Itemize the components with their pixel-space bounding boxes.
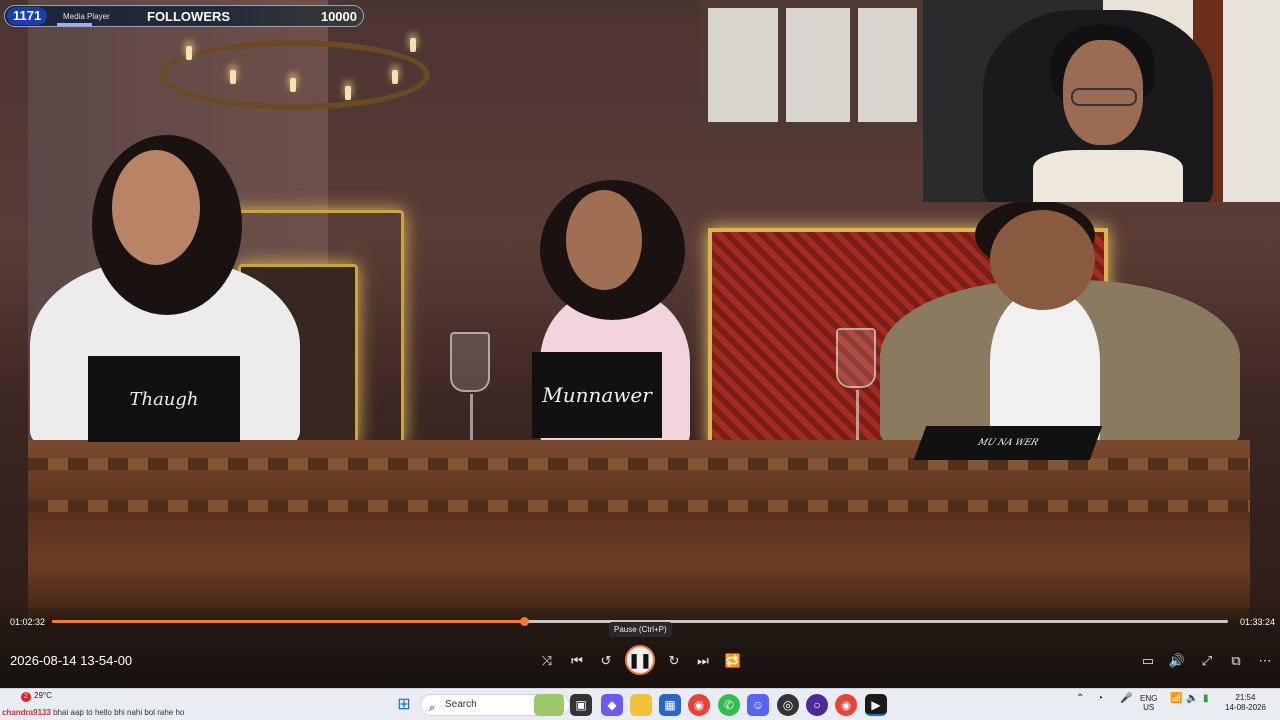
fullscreen-icon[interactable]: ⤢ — [1196, 650, 1218, 672]
previous-icon[interactable]: ⏮ — [566, 650, 588, 672]
webcam-poster — [1223, 0, 1280, 202]
clock-time: 21:54 — [1235, 693, 1256, 702]
total-time: 01:33:24 — [1240, 617, 1276, 627]
task-view-icon[interactable]: ▣ — [570, 694, 592, 716]
person-left-face — [112, 150, 200, 265]
chrome-icon[interactable]: ◉ — [688, 694, 710, 716]
wifi-icon[interactable]: 📶 — [1170, 694, 1182, 704]
tray-app-icon[interactable]: ◔ — [1097, 694, 1103, 704]
follower-label: FOLLOWERS — [147, 9, 231, 24]
widget-icon[interactable] — [534, 694, 564, 716]
store-icon[interactable]: ▦ — [659, 694, 681, 716]
weather-temperature[interactable]: 29°C — [34, 691, 52, 700]
notification-badge: 2 — [21, 692, 31, 702]
region-code: US — [1143, 703, 1155, 712]
search-icon: ⌕ — [429, 702, 436, 714]
pause-button[interactable]: ❚❚ — [625, 645, 655, 675]
copilot-icon[interactable]: ◆ — [601, 694, 623, 716]
miniplayer-icon[interactable]: ▭ — [1137, 650, 1159, 672]
screen: Thaugh Munnawer MU NA WER 1171 Media Pla… — [0, 0, 1280, 720]
scene-candle — [392, 70, 398, 84]
follower-count: 1171 — [7, 7, 48, 25]
nameplate-left: Thaugh — [88, 356, 240, 442]
picture-in-picture-icon[interactable]: ⧉ — [1225, 650, 1247, 672]
next-icon[interactable]: ⏭ — [692, 650, 714, 672]
nameplate-center: Munnawer — [532, 352, 662, 438]
tray-overflow-icon[interactable]: ⌃ — [1076, 694, 1084, 704]
current-time: 01:02:32 — [10, 617, 46, 627]
water-glass — [450, 332, 490, 449]
file-title: 2026-08-14 13-54-00 — [10, 653, 133, 668]
chat-username: chandra9133 — [2, 708, 51, 717]
person-right-face — [990, 210, 1095, 310]
file-explorer-icon[interactable] — [630, 694, 652, 716]
media-player-icon[interactable]: ▶ — [865, 694, 887, 716]
webcam-glasses — [1071, 88, 1137, 106]
language-indicator[interactable]: ENG US — [1140, 694, 1157, 712]
scene-window — [700, 0, 925, 130]
media-player-title: Media Player — [63, 12, 110, 21]
nameplate-right: MU NA WER — [913, 426, 1103, 460]
chrome-profile-icon[interactable]: ◉ — [835, 694, 857, 716]
scene-candle — [410, 38, 416, 52]
seek-bar-fill — [52, 620, 524, 623]
scene-candle — [345, 86, 351, 100]
water-glass — [836, 328, 876, 445]
start-icon[interactable]: ⊞ — [393, 694, 415, 716]
search-placeholder: Search — [445, 699, 477, 710]
follower-goal-bar: 1171 Media Player FOLLOWERS 10000 — [4, 5, 364, 27]
seek-thumb[interactable] — [519, 617, 529, 626]
webcam-overlay — [923, 0, 1280, 202]
chat-text: bhai aap to hello bhi nahi bol rahe ho — [53, 708, 185, 717]
system-clock[interactable]: 21:54 14-08-2026 — [1225, 693, 1266, 713]
obs-icon[interactable]: ◎ — [777, 694, 799, 716]
volume-icon[interactable]: 🔊 — [1166, 650, 1188, 672]
pause-tooltip: Pause (Ctrl+P) — [609, 622, 672, 637]
whatsapp-icon[interactable]: ✆ — [718, 694, 740, 716]
scene-candle — [290, 78, 296, 92]
table-inlay — [28, 500, 1250, 512]
shuffle-icon[interactable]: ⤨ — [536, 650, 558, 672]
more-options-icon[interactable]: ⋯ — [1254, 650, 1276, 672]
follower-goal: 10000 — [320, 9, 357, 24]
microphone-icon[interactable]: 🎤 — [1120, 694, 1132, 704]
battery-icon[interactable]: ▮ — [1203, 694, 1209, 704]
follower-progress-fill — [57, 23, 93, 26]
rewind-icon[interactable]: ↺ — [595, 650, 617, 672]
language-code: ENG — [1140, 694, 1158, 703]
scene-chandelier — [160, 40, 430, 110]
clock-date: 14-08-2026 — [1225, 703, 1266, 712]
taskbar: ⊞ ⌕ Search ▣ ◆ ▦ ◉ ✆ ☺ ◎ ○ ◉ ▶ — [0, 688, 1280, 720]
app-icon[interactable]: ○ — [806, 694, 828, 716]
speaker-icon[interactable]: 🔈 — [1186, 694, 1198, 704]
webcam-shirt — [1033, 150, 1183, 202]
chat-message: chandra9133 bhai aap to hello bhi nahi b… — [2, 708, 184, 717]
scene-candle — [186, 46, 192, 60]
scene-candle — [230, 70, 236, 84]
person-center-face — [566, 190, 642, 290]
repeat-icon[interactable]: 🔁 — [722, 650, 744, 672]
fast-forward-icon[interactable]: ↻ — [663, 650, 685, 672]
discord-icon[interactable]: ☺ — [747, 694, 769, 716]
